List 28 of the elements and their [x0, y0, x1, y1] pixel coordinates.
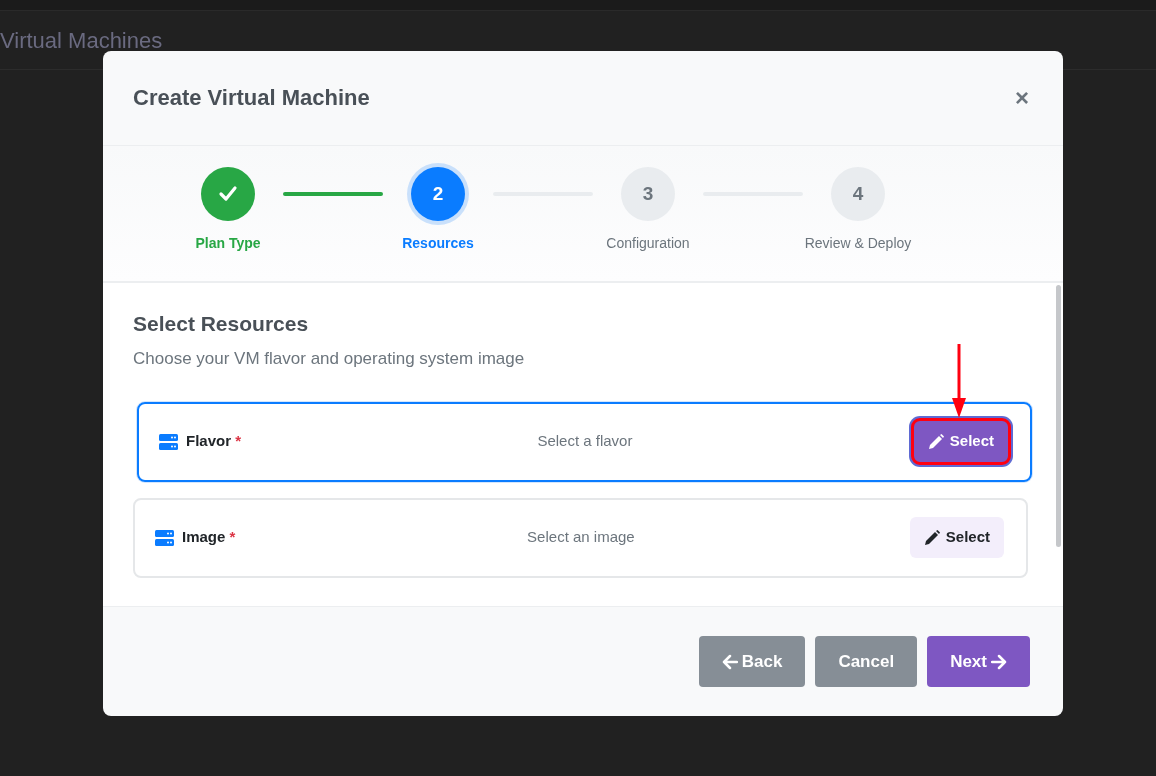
cancel-button[interactable]: Cancel	[815, 636, 918, 687]
server-icon	[159, 433, 178, 450]
pencil-icon	[927, 433, 944, 450]
step-label: Plan Type	[195, 234, 261, 253]
step-circle: 2	[411, 167, 465, 221]
step-label: Configuration	[606, 234, 690, 253]
step-circle: 4	[831, 167, 885, 221]
arrow-right-icon	[991, 653, 1007, 670]
pencil-icon	[923, 529, 940, 546]
placeholder-text: Select a flavor	[536, 431, 634, 452]
arrow-left-icon	[721, 653, 738, 670]
section-title: Select Resources	[133, 311, 310, 337]
section-subtitle: Choose your VM flavor and operating system image	[133, 348, 526, 371]
scrollbar[interactable]	[1056, 285, 1061, 547]
select-button[interactable]: Select	[909, 517, 1004, 558]
field-label: Flavor *	[186, 431, 243, 452]
next-button[interactable]: Next	[927, 636, 1030, 687]
page-title: Virtual Machines	[0, 26, 163, 55]
dialog-title: Create Virtual Machine	[133, 84, 370, 112]
server-icon	[155, 529, 174, 546]
step-label: Review & Deploy	[804, 234, 912, 253]
check-icon	[218, 184, 238, 204]
field-label: Image *	[182, 527, 237, 548]
step-label: Resources	[402, 234, 474, 253]
placeholder-text: Select an image	[526, 527, 636, 548]
step-circle: 3	[621, 167, 675, 221]
back-button[interactable]: Back	[698, 636, 806, 687]
close-button[interactable]: ×	[1011, 86, 1033, 110]
